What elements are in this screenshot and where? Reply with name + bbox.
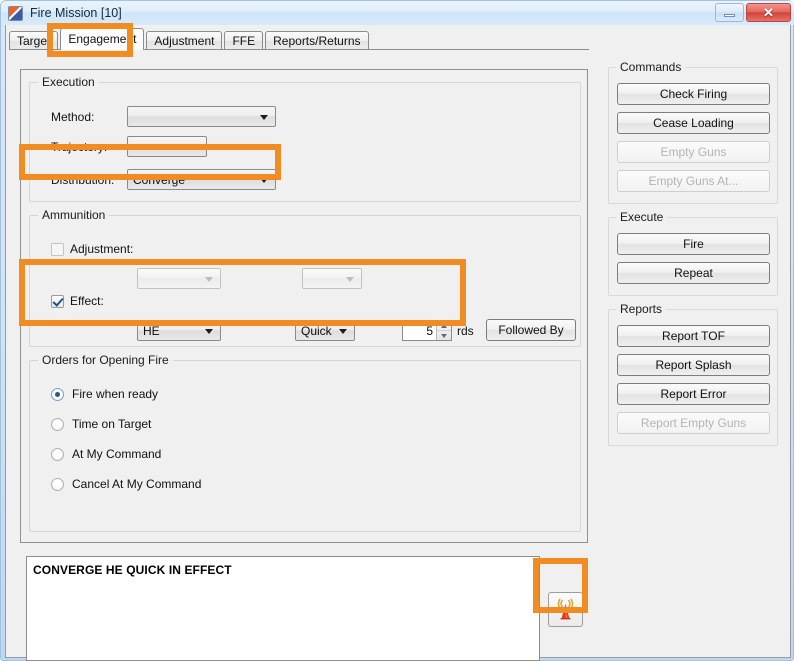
minimize-button[interactable] xyxy=(715,3,744,22)
radio-label-cancel-at-my-command: Cancel At My Command xyxy=(72,477,202,491)
radio-label-time-on-target: Time on Target xyxy=(72,417,152,431)
adjustment-shell-dropdown[interactable] xyxy=(137,268,221,289)
effect-label: Effect: xyxy=(70,294,104,308)
radio-cancel-at-my-command[interactable] xyxy=(51,478,64,491)
report-splash-button[interactable]: Report Splash xyxy=(617,354,770,376)
chevron-down-icon xyxy=(191,144,199,150)
radio-time-on-target[interactable] xyxy=(51,418,64,431)
radio-label-fire-when-ready: Fire when ready xyxy=(72,387,159,401)
mission-statement-text: CONVERGE HE QUICK IN EFFECT xyxy=(33,563,232,577)
method-label: Method: xyxy=(51,110,95,124)
app-icon xyxy=(8,5,23,21)
tab-adjustment[interactable]: Adjustment xyxy=(146,31,223,50)
engagement-panel: Execution Method: Trajectory: Distributi… xyxy=(20,69,588,543)
adjustment-checkbox[interactable] xyxy=(51,243,64,256)
empty-guns-at-button: Empty Guns At... xyxy=(617,170,770,192)
window-controls: ✕ xyxy=(715,3,791,22)
ammunition-group-title: Ammunition xyxy=(38,208,110,222)
tab-strip: Target Engagement Adjustment FFE Reports… xyxy=(9,28,371,50)
effect-rounds-unit-label: rds xyxy=(457,324,474,338)
mission-statement-textarea[interactable]: CONVERGE HE QUICK IN EFFECT xyxy=(26,556,540,661)
stepper-up-icon[interactable] xyxy=(437,321,451,331)
radio-fire-when-ready[interactable] xyxy=(51,388,64,401)
fire-button[interactable]: Fire xyxy=(617,233,770,255)
report-error-button[interactable]: Report Error xyxy=(617,383,770,405)
chevron-down-icon xyxy=(346,276,354,282)
title-bar: Fire Mission [10] ✕ xyxy=(1,1,794,25)
effect-rounds-stepper[interactable]: 5 xyxy=(402,320,452,341)
execution-group-title: Execution xyxy=(38,75,99,89)
trajectory-dropdown[interactable] xyxy=(127,136,207,157)
distribution-value: Converge xyxy=(133,172,186,187)
tab-target[interactable]: Target xyxy=(9,31,59,50)
effect-shell-dropdown[interactable]: HE xyxy=(137,320,221,341)
chevron-down-icon xyxy=(205,276,213,282)
effect-shell-value: HE xyxy=(143,323,160,338)
effect-fuze-dropdown[interactable]: Quick xyxy=(295,320,355,341)
execution-group: Execution Method: Trajectory: Distributi… xyxy=(29,75,581,202)
stepper-down-icon[interactable] xyxy=(437,331,451,340)
reports-group-title: Reports xyxy=(616,302,667,316)
commands-group: Commands Check Firing Cease Loading Empt… xyxy=(608,60,778,204)
distribution-label: Distribution: xyxy=(51,173,115,187)
execute-group-title: Execute xyxy=(616,210,668,224)
method-dropdown[interactable] xyxy=(127,106,276,127)
adjustment-fuze-dropdown[interactable] xyxy=(302,268,362,289)
close-button[interactable]: ✕ xyxy=(746,3,791,22)
transmit-button[interactable] xyxy=(548,592,583,627)
minimize-icon xyxy=(724,13,735,17)
radio-at-my-command[interactable] xyxy=(51,448,64,461)
distribution-dropdown[interactable]: Converge xyxy=(127,169,276,190)
client-area: Target Engagement Adjustment FFE Reports… xyxy=(5,25,791,661)
empty-guns-button: Empty Guns xyxy=(617,141,770,163)
fire-mission-window: Fire Mission [10] ✕ Target Engagement Ad… xyxy=(0,0,794,661)
effect-rounds-value: 5 xyxy=(426,323,433,338)
stepper-buttons[interactable] xyxy=(436,321,451,340)
chevron-down-icon xyxy=(260,177,268,183)
check-firing-button[interactable]: Check Firing xyxy=(617,83,770,105)
tab-engagement[interactable]: Engagement xyxy=(60,28,145,50)
report-empty-guns-button: Report Empty Guns xyxy=(617,412,770,434)
chevron-down-icon xyxy=(260,114,268,120)
execute-group: Execute Fire Repeat xyxy=(608,210,778,296)
orders-for-opening-fire-group: Orders for Opening Fire Fire when ready … xyxy=(29,353,581,532)
repeat-button[interactable]: Repeat xyxy=(617,262,770,284)
trajectory-label: Trajectory: xyxy=(51,140,108,154)
orders-group-title: Orders for Opening Fire xyxy=(38,353,173,367)
adjustment-label: Adjustment: xyxy=(70,242,134,256)
tab-ffe[interactable]: FFE xyxy=(224,31,264,50)
cease-loading-button[interactable]: Cease Loading xyxy=(617,112,770,134)
effect-checkbox[interactable] xyxy=(51,295,64,308)
chevron-down-icon xyxy=(205,328,213,334)
report-tof-button[interactable]: Report TOF xyxy=(617,325,770,347)
tab-reports-returns[interactable]: Reports/Returns xyxy=(265,31,369,50)
chevron-down-icon xyxy=(339,328,347,334)
radio-label-at-my-command: At My Command xyxy=(72,447,162,461)
followed-by-button[interactable]: Followed By xyxy=(486,319,576,341)
effect-fuze-value: Quick xyxy=(301,323,332,338)
ammunition-group: Ammunition Adjustment: Effect: HE Quick … xyxy=(29,208,581,347)
commands-group-title: Commands xyxy=(616,60,686,74)
reports-group: Reports Report TOF Report Splash Report … xyxy=(608,302,778,446)
window-title: Fire Mission [10] xyxy=(30,6,122,20)
radio-antenna-icon xyxy=(557,598,574,620)
